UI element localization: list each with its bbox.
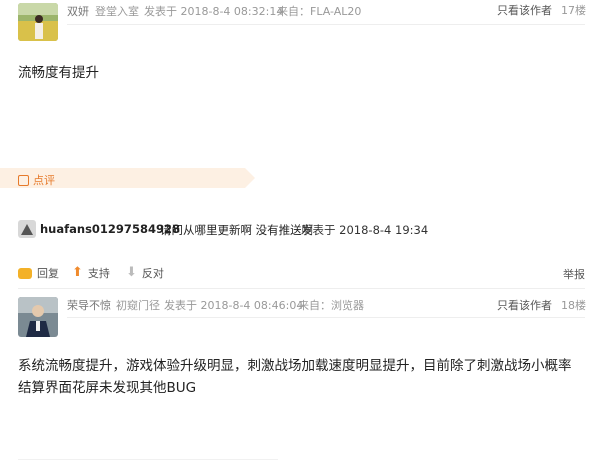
avatar-image: [18, 3, 58, 41]
header-divider: [67, 24, 585, 25]
reply-icon: [18, 267, 32, 279]
arrow-down-icon: ⬇: [126, 265, 137, 280]
username[interactable]: 荣导不惊: [67, 297, 111, 313]
post-content: 流畅度有提升: [18, 65, 99, 81]
post-divider: [18, 288, 585, 289]
bottom-divider: [18, 459, 278, 460]
oppose-button[interactable]: ⬇ 反对: [126, 265, 164, 281]
username[interactable]: 双妍: [67, 3, 89, 19]
avatar-image: [18, 297, 58, 337]
reply-time: 发表于 2018-8-4 19:34: [301, 223, 429, 237]
reply-button[interactable]: 回复: [18, 265, 59, 281]
comment-tab-arrow: [245, 168, 255, 188]
avatar[interactable]: [18, 297, 58, 337]
post-content-line: 结算界面花屏未发现其他BUG: [18, 380, 197, 396]
support-label: 支持: [87, 267, 110, 280]
report-label: 举报: [563, 268, 585, 281]
report-button[interactable]: 举报: [563, 266, 585, 282]
reply-text: 请问从哪里更新啊 没有推送啊: [160, 223, 314, 237]
reply-avatar[interactable]: [18, 220, 36, 238]
post-source: 来自：FLA-AL20: [277, 5, 362, 18]
comment-tab-label: 点评: [33, 174, 55, 187]
comment-tab[interactable]: 点评: [18, 172, 55, 188]
user-role: 登堂入室: [95, 5, 139, 18]
post-source: 来自：浏览器: [298, 299, 364, 312]
support-button[interactable]: ⬆ 支持: [72, 265, 110, 281]
comment-icon: [18, 174, 29, 186]
post-time: 发表于 2018-8-4 08:32:14: [144, 5, 284, 18]
floor-number: 17楼: [561, 4, 586, 17]
reply-label: 回复: [37, 267, 59, 280]
post-time: 发表于 2018-8-4 08:46:04: [164, 299, 304, 312]
only-author-link[interactable]: 只看该作者: [497, 297, 552, 313]
user-role: 初窥门径: [116, 299, 160, 312]
reply-avatar-image: [18, 220, 36, 238]
post-content-line: 系统流畅度提升，游戏体验升级明显，刺激战场加载速度明显提升，目前除了刺激战场小概…: [18, 358, 572, 374]
oppose-label: 反对: [141, 267, 164, 280]
header-divider: [67, 317, 585, 318]
avatar[interactable]: [18, 3, 58, 41]
floor-number: 18楼: [561, 299, 586, 312]
arrow-up-icon: ⬆: [72, 265, 83, 280]
only-author-link[interactable]: 只看该作者: [497, 2, 552, 18]
reply-username[interactable]: huafans01297584928: [40, 222, 180, 236]
